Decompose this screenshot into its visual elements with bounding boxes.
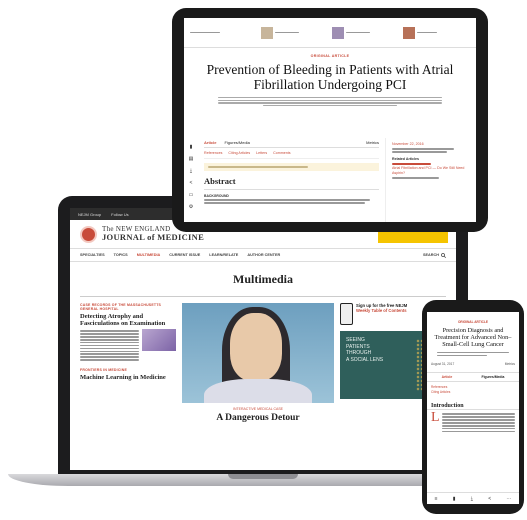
tab-article[interactable]: Article [442, 375, 453, 379]
more-icon[interactable]: ⋯ [506, 496, 511, 502]
references-link[interactable]: References [204, 151, 222, 155]
print-icon[interactable]: ▭ [189, 192, 194, 198]
article-title: Precision Diagnosis and Treatment for Ad… [434, 327, 512, 349]
related-title-link[interactable]: Atrial Fibrillation and PCI — Do We Stil… [392, 166, 470, 176]
article-kicker: ORIGINAL ARTICLE [310, 54, 350, 58]
featured-case[interactable]: INTERACTIVE MEDICAL CASE A Dangerous Det… [182, 303, 334, 453]
related-card[interactable] [332, 26, 399, 39]
article2-title-link[interactable]: Machine Learning in Medicine [80, 374, 176, 381]
article-tabs: Article Figures/Media [427, 372, 519, 383]
article2-kicker: FRONTIERS IN MEDICINE [80, 368, 127, 373]
phone-toolbar: ≡ ▮ ⤓ < ⋯ [427, 492, 519, 504]
featured-title: A Dangerous Detour [216, 413, 300, 423]
related-strip [184, 18, 476, 48]
featured-illustration [182, 303, 334, 403]
article-links: References Citing Articles [427, 382, 519, 397]
video-thumbnail[interactable] [142, 329, 176, 351]
article-meta: August 31, 2017 Metrics [427, 362, 519, 366]
search-label: SEARCH [422, 253, 439, 257]
phone-screen: ORIGINAL ARTICLE Precision Diagnosis and… [427, 312, 519, 504]
nav-learn-relate[interactable]: LEARN/RELATE [209, 253, 238, 257]
main-nav: SPECIALTIES TOPICS MULTIMEDIA CURRENT IS… [70, 248, 456, 262]
bookmark-icon[interactable]: ▮ [190, 144, 193, 150]
related-card[interactable] [261, 26, 328, 39]
phone-icon [340, 303, 353, 325]
page-title: Multimedia [233, 271, 293, 286]
article-summary [80, 329, 176, 362]
comments-link[interactable]: Comments [273, 151, 290, 155]
article-tabs: Article Figures/Media Metrics [204, 140, 379, 148]
nav-current-issue[interactable]: CURRENT ISSUE [169, 253, 200, 257]
share-icon[interactable]: < [488, 496, 491, 502]
nav-author-center[interactable]: AUTHOR CENTER [247, 253, 280, 257]
share-icon[interactable]: < [190, 180, 193, 186]
letters-link[interactable]: Letters [256, 151, 267, 155]
author-list[interactable] [218, 97, 442, 107]
tool-rail: ▮ ▤ ⤓ < ▭ ⚙ [184, 138, 198, 222]
related-card[interactable] [190, 30, 257, 34]
related-heading: Related Articles [392, 156, 420, 161]
article-title: Prevention of Bleeding in Patients with … [206, 62, 454, 92]
article-body: ▮ ▤ ⤓ < ▭ ⚙ Article Figures/Media Metric… [184, 138, 476, 222]
nejm-group-link[interactable]: NEJM Group [78, 212, 101, 217]
article-main: Article Figures/Media Metrics References… [198, 138, 386, 222]
article-kicker: ORIGINAL ARTICLE [457, 320, 489, 324]
laptop-notch [228, 474, 298, 479]
download-icon[interactable]: ⤓ [471, 496, 473, 502]
left-column: CASE RECORDS OF THE MASSACHUSETTS GENERA… [80, 303, 176, 453]
metrics-label[interactable]: Metrics [505, 362, 515, 366]
nav-specialties[interactable]: SPECIALTIES [80, 253, 105, 257]
introduction-heading: Introduction [427, 403, 519, 411]
search-icon [441, 252, 446, 258]
publish-date: August 31, 2017 [431, 362, 455, 367]
nav-topics[interactable]: TOPICS [114, 253, 128, 257]
publish-date: November 22, 2016 [392, 142, 424, 146]
tab-figures-media[interactable]: Figures/Media [224, 140, 249, 145]
menu-icon[interactable]: ≡ [435, 496, 438, 502]
laptop-screen: NEJM Group Follow Us The NEW ENGLAND JOU… [70, 208, 456, 470]
article-sidebar: November 22, 2016 Related Articles Atria… [386, 138, 476, 222]
article-links: References Citing Articles Letters Comme… [204, 151, 379, 159]
tab-article[interactable]: Article [204, 140, 216, 145]
content-columns: CASE RECORDS OF THE MASSACHUSETTS GENERA… [70, 297, 456, 459]
pdf-icon[interactable]: ▤ [189, 156, 194, 162]
tab-metrics[interactable]: Metrics [366, 140, 379, 145]
article-title-link[interactable]: Detecting Atrophy and Fasciculations on … [80, 313, 176, 327]
device-showcase: NEJM Group Follow Us The NEW ENGLAND JOU… [0, 0, 527, 520]
article-kicker: CASE RECORDS OF THE MASSACHUSETTS GENERA… [80, 303, 162, 311]
citing-articles-link[interactable]: Citing Articles [431, 390, 515, 395]
nejm-seal-icon[interactable] [80, 225, 97, 243]
promo-highlight: Weekly Table of Contents [356, 308, 407, 313]
featured-kicker: INTERACTIVE MEDICAL CASE [232, 407, 284, 411]
related-card[interactable] [403, 26, 470, 39]
nav-multimedia[interactable]: MULTIMEDIA [137, 253, 161, 257]
intro-body: L [427, 410, 519, 436]
download-icon[interactable]: ⤓ [190, 168, 192, 174]
settings-icon[interactable]: ⚙ [189, 204, 193, 210]
tab-figures-media[interactable]: Figures/Media [482, 375, 505, 379]
citing-articles-link[interactable]: Citing Articles [228, 151, 250, 155]
search-button[interactable]: SEARCH [422, 252, 446, 258]
background-heading: BACKGROUND [204, 194, 229, 198]
bookmark-icon[interactable]: ▮ [453, 496, 456, 502]
follow-us-link[interactable]: Follow Us [111, 212, 129, 217]
logo-line-2: JOURNAL of MEDICINE [102, 231, 205, 242]
tablet-screen: ORIGINAL ARTICLE Prevention of Bleeding … [184, 18, 476, 222]
drop-cap: L [431, 410, 440, 426]
abstract-heading: Abstract [204, 176, 379, 190]
download-note [204, 163, 379, 171]
